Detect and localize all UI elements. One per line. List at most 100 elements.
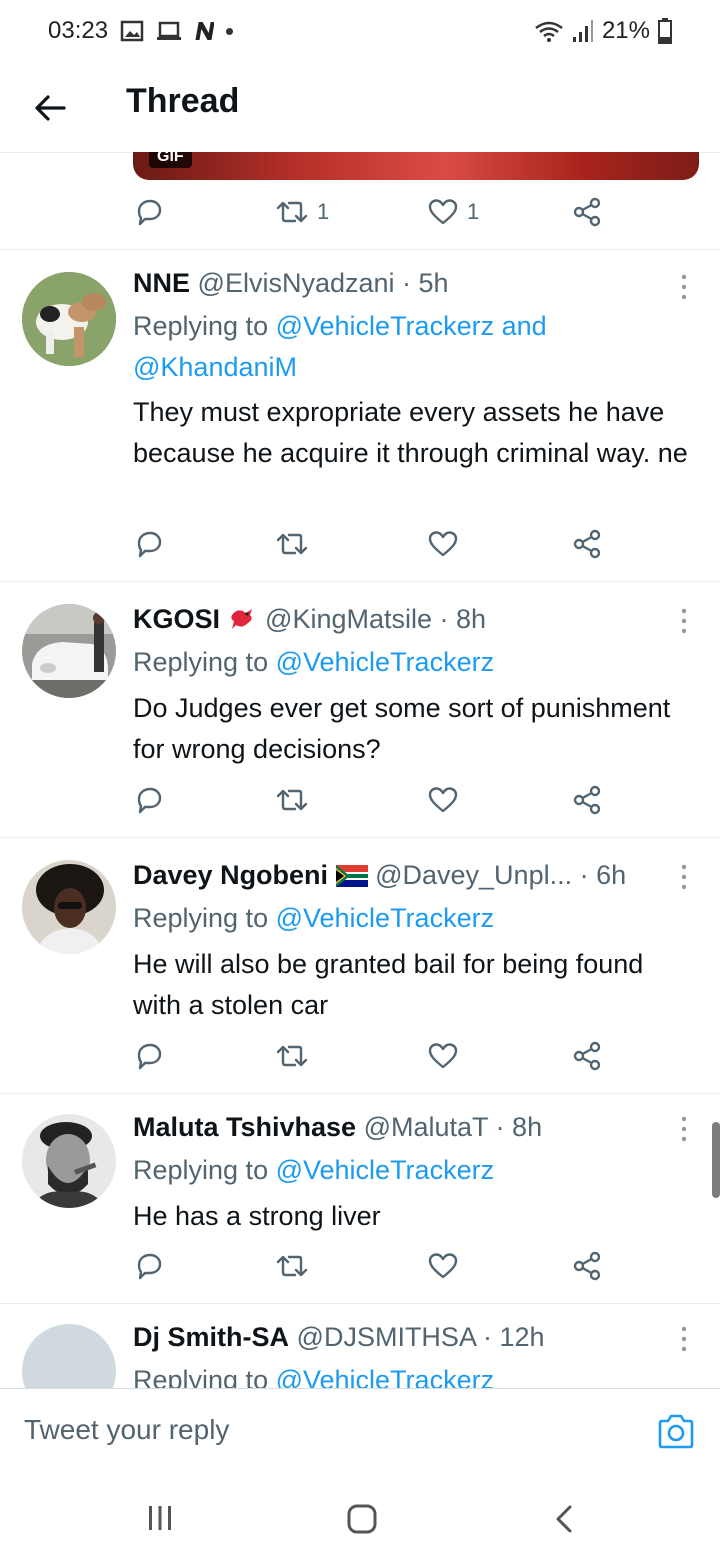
retweet-button[interactable] — [275, 784, 309, 816]
replying-prefix: Replying to — [133, 311, 276, 341]
divider — [0, 581, 720, 582]
handle[interactable]: @KingMatsile — [265, 604, 432, 634]
more-icon[interactable] — [676, 1324, 692, 1354]
more-icon[interactable] — [676, 862, 692, 892]
avatar[interactable] — [22, 604, 116, 698]
retweet-button[interactable] — [275, 528, 309, 560]
recents-icon[interactable] — [146, 1504, 174, 1532]
mention-link[interactable]: @VehicleTrackerz — [276, 1155, 494, 1185]
display-name[interactable]: Maluta Tshivhase — [133, 1112, 356, 1142]
share-button[interactable] — [571, 1040, 603, 1072]
like-button[interactable] — [427, 528, 459, 560]
divider — [0, 1093, 720, 1094]
avatar[interactable] — [22, 860, 116, 954]
reply-button[interactable] — [133, 196, 165, 228]
reply-icon — [137, 787, 162, 814]
share-button[interactable] — [571, 528, 603, 560]
reply-input[interactable] — [22, 1413, 626, 1447]
like-icon — [428, 787, 458, 813]
reply-button[interactable] — [133, 1250, 165, 1282]
share-button[interactable] — [571, 784, 603, 816]
camera-icon[interactable] — [656, 1413, 696, 1449]
display-name[interactable]: NNE — [133, 268, 190, 298]
retweet-button[interactable]: 1 — [275, 196, 329, 228]
like-button[interactable]: 1 — [427, 196, 479, 228]
share-button[interactable] — [571, 1250, 603, 1282]
like-count: 1 — [467, 199, 480, 224]
handle[interactable]: @MalutaT — [364, 1112, 488, 1142]
avatar[interactable] — [22, 1114, 116, 1208]
replying-prefix: Replying to — [133, 1155, 276, 1185]
back-arrow-icon[interactable] — [32, 90, 68, 126]
tweet-actions — [133, 784, 613, 824]
retweet-icon — [276, 1255, 308, 1277]
handle[interactable]: @DJSMITHSA — [297, 1322, 476, 1352]
tweet-meta: NNE @ElvisNyadzani · 5h — [133, 268, 449, 299]
like-icon — [428, 531, 458, 557]
display-name[interactable]: Dj Smith-SA — [133, 1322, 289, 1352]
avatar-bw-portrait-image — [22, 1114, 116, 1208]
share-icon — [573, 197, 601, 227]
more-icon[interactable] — [676, 1114, 692, 1144]
page-title: Thread — [126, 82, 240, 120]
back-nav-icon[interactable] — [552, 1504, 576, 1534]
gif-badge: GIF — [149, 152, 192, 168]
divider — [0, 249, 720, 250]
avatar-dog-image — [22, 272, 116, 366]
replying-prefix: Replying to — [133, 903, 276, 933]
tweet-text: Do Judges ever get some sort of punishme… — [133, 693, 671, 764]
display-name[interactable]: Davey Ngobeni — [133, 860, 328, 890]
avatar[interactable] — [22, 272, 116, 366]
retweet-icon — [276, 1045, 308, 1067]
mention-link[interactable]: @VehicleTrackerz — [276, 647, 494, 677]
tweet-media-gif[interactable]: GIF — [133, 152, 699, 180]
divider — [0, 837, 720, 838]
handle[interactable]: @ElvisNyadzani — [198, 268, 395, 298]
like-button[interactable] — [427, 784, 459, 816]
replying-to: Replying to @VehicleTrackerz and @Khanda… — [133, 306, 693, 388]
laptop-notification-icon — [157, 21, 182, 40]
reply-icon — [137, 531, 162, 558]
tweet-meta: Maluta Tshivhase @MalutaT · 8h — [133, 1112, 542, 1143]
wifi-icon — [535, 21, 563, 42]
retweet-icon — [276, 533, 308, 555]
system-nav-bar — [0, 1468, 720, 1560]
reply-icon — [137, 1253, 162, 1280]
mention-link[interactable]: @VehicleTrackerz — [276, 1365, 494, 1388]
share-icon — [573, 1251, 601, 1281]
share-icon — [573, 785, 601, 815]
share-button[interactable] — [571, 196, 603, 228]
replying-to: Replying to @VehicleTrackerz — [133, 1360, 693, 1388]
tweet-text: He has a strong liver — [133, 1201, 381, 1231]
home-icon[interactable] — [346, 1504, 378, 1534]
display-name[interactable]: KGOSI — [133, 604, 220, 634]
handle[interactable]: @Davey_Unpl... — [375, 860, 572, 890]
tweet-meta: Davey Ngobeni @Davey_Unpl... · 6h — [133, 860, 626, 891]
more-icon[interactable] — [676, 272, 692, 302]
tweet-actions — [133, 1250, 613, 1290]
replying-to: Replying to @VehicleTrackerz — [133, 642, 693, 683]
avatar[interactable] — [22, 1324, 116, 1388]
like-button[interactable] — [427, 1250, 459, 1282]
timestamp: · 5h — [402, 268, 449, 298]
retweet-button[interactable] — [275, 1040, 309, 1072]
replying-prefix: Replying to — [133, 647, 276, 677]
like-icon — [428, 199, 458, 225]
n-notification-icon — [195, 22, 215, 40]
reply-button[interactable] — [133, 1040, 165, 1072]
like-button[interactable] — [427, 1040, 459, 1072]
reply-button[interactable] — [133, 528, 165, 560]
avatar-person-image — [22, 860, 116, 954]
mention-link[interactable]: @VehicleTrackerz — [276, 903, 494, 933]
scrollbar-thumb[interactable] — [712, 1122, 720, 1198]
retweet-button[interactable] — [275, 1250, 309, 1282]
tweet-card[interactable]: Dj Smith-SA @DJSMITHSA · 12h Replying to… — [0, 1304, 720, 1388]
signal-icon — [572, 20, 593, 42]
reply-icon — [137, 199, 162, 226]
more-icon[interactable] — [676, 606, 692, 636]
replying-to: Replying to @VehicleTrackerz — [133, 898, 693, 939]
tweet-text: They must expropriate every assets he ha… — [133, 397, 688, 468]
share-icon — [573, 529, 601, 559]
reply-button[interactable] — [133, 784, 165, 816]
gallery-notification-icon — [120, 20, 144, 42]
